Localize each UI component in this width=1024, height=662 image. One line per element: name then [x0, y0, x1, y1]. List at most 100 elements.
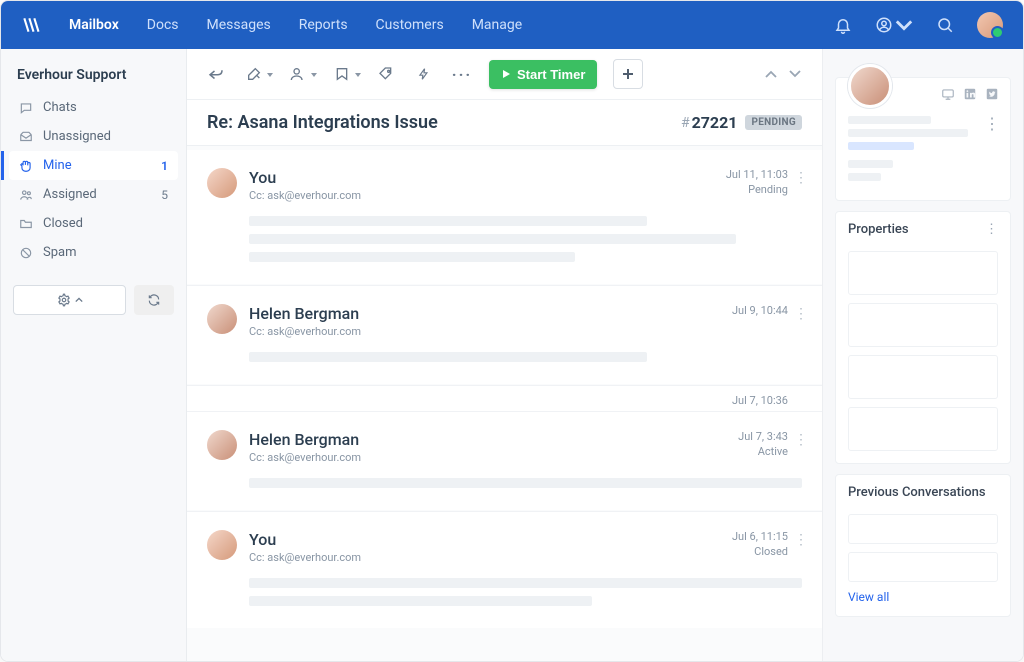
- message-status: Active: [758, 445, 788, 458]
- nav-messages[interactable]: Messages: [207, 17, 271, 33]
- message-sender: You: [249, 530, 720, 549]
- user-avatar[interactable]: [977, 12, 1003, 38]
- inbox-icon: [19, 130, 33, 144]
- app-logo: [21, 15, 41, 35]
- message-list[interactable]: You Cc: ask@everhour.com Jul 11, 11:03 Pend…: [187, 146, 822, 661]
- customer-card: ⋮: [835, 77, 1011, 201]
- subject-text: Re: Asana Integrations Issue: [207, 112, 681, 133]
- message-time: Jul 11, 11:03: [726, 168, 788, 181]
- message-status: Pending: [748, 183, 788, 196]
- message-more-icon[interactable]: ⋮: [794, 170, 808, 186]
- right-pane: ⋮ Properties ⋮: [823, 49, 1023, 661]
- folder-closed[interactable]: Closed: [9, 209, 178, 238]
- notifications-icon[interactable]: [833, 15, 853, 35]
- nav-reports[interactable]: Reports: [299, 17, 348, 33]
- workflow-icon[interactable]: [413, 63, 435, 85]
- properties-title: Properties: [848, 222, 909, 237]
- folder-label: Spam: [43, 245, 77, 260]
- previous-item[interactable]: [848, 552, 998, 582]
- ticket-hash: #: [681, 115, 690, 131]
- search-icon[interactable]: [935, 15, 955, 35]
- previous-item[interactable]: [848, 514, 998, 544]
- nav-customers[interactable]: Customers: [376, 17, 444, 33]
- previous-title: Previous Conversations: [848, 485, 986, 500]
- assign-icon[interactable]: [287, 63, 309, 85]
- message-avatar: [207, 168, 237, 198]
- message-body: [249, 578, 802, 606]
- folder-unassigned[interactable]: Unassigned: [9, 122, 178, 151]
- add-button[interactable]: [613, 59, 643, 89]
- status-icon[interactable]: [331, 63, 353, 85]
- message-cc: Cc: ask@everhour.com: [249, 325, 720, 338]
- nav-mailbox[interactable]: Mailbox: [69, 17, 119, 33]
- folder-label: Mine: [43, 158, 72, 173]
- text-placeholder: [249, 352, 647, 362]
- twitter-icon[interactable]: [984, 86, 1000, 102]
- folder-assigned[interactable]: Assigned 5: [9, 180, 178, 209]
- topbar-right: [833, 12, 1003, 38]
- reply-icon[interactable]: [205, 63, 227, 85]
- property-slot[interactable]: [848, 355, 998, 399]
- message-time: Jul 6, 11:15: [732, 530, 788, 543]
- message-time: Jul 9, 10:44: [732, 304, 788, 317]
- folder-mine[interactable]: Mine 1: [9, 151, 178, 180]
- conversation-thread: ··· Start Timer Re: Asana Integrations I…: [187, 49, 823, 661]
- text-placeholder: [249, 596, 592, 606]
- folder-label: Chats: [43, 100, 77, 115]
- account-menu-icon[interactable]: [875, 15, 913, 35]
- text-placeholder: [249, 578, 802, 588]
- status-badge: PENDING: [745, 115, 802, 130]
- folder-spam[interactable]: Spam: [9, 238, 178, 267]
- message-cc: Cc: ask@everhour.com: [249, 451, 726, 464]
- main-nav: Mailbox Docs Messages Reports Customers …: [69, 17, 805, 33]
- customer-more-icon[interactable]: ⋮: [984, 114, 1000, 133]
- linkedin-icon[interactable]: [962, 86, 978, 102]
- message-more-icon[interactable]: ⋮: [794, 306, 808, 322]
- message-time: Jul 7, 3:43: [738, 430, 788, 443]
- website-icon[interactable]: [940, 86, 956, 102]
- refresh-button[interactable]: [134, 285, 174, 315]
- next-conversation-icon[interactable]: [786, 65, 804, 83]
- view-all-link[interactable]: View all: [848, 590, 998, 604]
- message-item[interactable]: YouCc: ask@everhour.comJul 11, 11:03Pend…: [187, 150, 822, 284]
- folder-icon: [19, 217, 33, 231]
- properties-more-icon[interactable]: ⋮: [985, 222, 998, 237]
- more-icon[interactable]: ···: [451, 63, 473, 85]
- block-icon: [19, 246, 33, 260]
- start-timer-label: Start Timer: [517, 67, 585, 82]
- note-icon[interactable]: [243, 63, 265, 85]
- subject-row: Re: Asana Integrations Issue # 27221 PEN…: [187, 100, 822, 146]
- nav-docs[interactable]: Docs: [147, 17, 179, 33]
- tag-icon[interactable]: [375, 63, 397, 85]
- ticket-number: 27221: [692, 113, 738, 132]
- settings-button[interactable]: [13, 285, 126, 315]
- message-avatar: [207, 304, 237, 334]
- prev-conversation-icon[interactable]: [762, 65, 780, 83]
- folder-label: Closed: [43, 216, 83, 231]
- folder-label: Assigned: [43, 187, 97, 202]
- main-area: ··· Start Timer Re: Asana Integrations I…: [187, 49, 1023, 661]
- message-cc: Cc: ask@everhour.com: [249, 551, 720, 564]
- properties-card: Properties ⋮: [835, 211, 1011, 464]
- folder-chats[interactable]: Chats: [9, 93, 178, 122]
- folder-list: Chats Unassigned Mine 1 Assigned 5: [9, 93, 178, 267]
- message-item[interactable]: Helen Bergman Cc: ask@everhour.com Jul 7, …: [187, 411, 822, 510]
- thread-toolbar: ··· Start Timer: [187, 49, 822, 100]
- message-item[interactable]: Helen BergmanCc: ask@everhour.comJul 9, …: [187, 285, 822, 384]
- message-item[interactable]: YouCc: ask@everhour.comJul 6, 11:15Close…: [187, 511, 822, 628]
- text-placeholder: [249, 478, 802, 488]
- message-body: [249, 216, 802, 262]
- message-more-icon[interactable]: ⋮: [794, 532, 808, 548]
- people-icon: [19, 188, 33, 202]
- start-timer-button[interactable]: Start Timer: [489, 60, 597, 89]
- message-more-icon[interactable]: ⋮: [794, 432, 808, 448]
- message-sender: Helen Bergman: [249, 430, 726, 449]
- nav-manage[interactable]: Manage: [472, 17, 522, 33]
- hand-icon: [19, 159, 33, 173]
- property-slot[interactable]: [848, 303, 998, 347]
- property-slot[interactable]: [848, 251, 998, 295]
- message-cc: Cc: ask@everhour.com: [249, 189, 714, 202]
- property-slot[interactable]: [848, 407, 998, 451]
- message-body: [249, 352, 802, 362]
- folder-label: Unassigned: [43, 129, 111, 144]
